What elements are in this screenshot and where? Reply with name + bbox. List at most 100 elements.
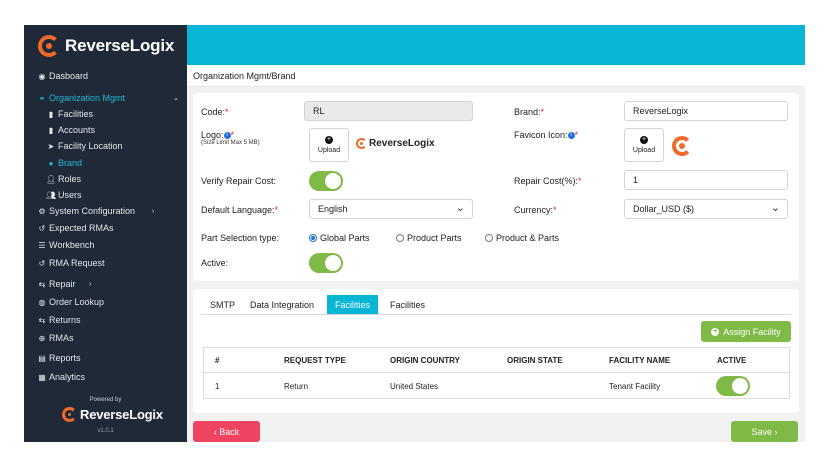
logo-preview: ReverseLogix xyxy=(356,138,435,149)
sidebar-item-order-lookup[interactable]: ◍ Order Lookup xyxy=(37,295,105,309)
users-icon: 👥︎ xyxy=(46,190,57,200)
sidebar-item-label: Roles xyxy=(58,174,82,184)
favicon-preview-icon xyxy=(672,136,692,156)
sidebar-item-label: Accounts xyxy=(58,125,96,135)
reverselogix-logo-icon xyxy=(38,35,60,57)
sidebar-item-label: Dasboard xyxy=(49,71,89,81)
assign-facility-button[interactable]: + Assign Facility xyxy=(701,321,791,342)
back-button[interactable]: ‹ Back xyxy=(193,421,260,442)
info-icon[interactable]: i xyxy=(223,132,231,140)
brand-input[interactable]: ReverseLogix xyxy=(624,101,788,121)
swap-icon: ⇆ xyxy=(38,315,46,325)
tab-facilities[interactable]: Facilities xyxy=(382,295,433,314)
brand-form-card: Code:* RL Brand:* ReverseLogix Logo: i * (… xyxy=(193,93,799,281)
undo-icon: ↺ xyxy=(38,258,46,268)
toggle-knob xyxy=(325,173,341,189)
building-icon: ▮ xyxy=(48,125,54,135)
cell-origin-country: United States xyxy=(390,382,439,391)
tab-smtp[interactable]: SMTP xyxy=(202,295,243,314)
sidebar-item-analytics[interactable]: ▦ Analytics xyxy=(37,370,85,384)
radio-indicator xyxy=(485,234,493,242)
chevron-right-icon: › xyxy=(89,280,92,288)
chevron-down-icon: ⌄ xyxy=(173,95,179,102)
breadcrumb: Organization Mgmt/Brand xyxy=(187,65,805,87)
logo-label: Logo: i * xyxy=(201,130,235,140)
column-header-origin-country: ORIGIN COUNTRY xyxy=(390,355,460,365)
footer-brand-name: ReverseLogix xyxy=(80,407,163,422)
radio-product-parts[interactable]: Product Parts xyxy=(396,233,462,243)
plus-circle-icon: + xyxy=(325,136,333,144)
table-row[interactable]: 1 Return United States Tenant Facility xyxy=(204,372,789,399)
tab-data-integration[interactable]: Data Integration xyxy=(242,295,322,314)
currency-label: Currency:* xyxy=(514,205,557,215)
repair-cost-input[interactable]: 1 xyxy=(624,170,788,190)
radio-global-parts[interactable]: Global Parts xyxy=(309,233,370,243)
logo-preview-text: ReverseLogix xyxy=(369,138,435,149)
radio-indicator xyxy=(396,234,404,242)
plus-circle-icon: ⊕ xyxy=(38,333,46,343)
sidebar-item-label: RMA Request xyxy=(49,258,105,268)
sidebar-item-users[interactable]: 👥︎ Users xyxy=(46,188,82,202)
favicon-upload-button[interactable]: + Upload xyxy=(624,128,664,162)
sidebar-item-accounts[interactable]: ▮ Accounts xyxy=(46,123,95,137)
logo-upload-button[interactable]: + Upload xyxy=(309,128,349,162)
sidebar-item-label: RMAs xyxy=(49,333,74,343)
code-label: Code:* xyxy=(201,107,229,117)
sidebar-item-organization-mgmt[interactable]: ⚭ Organization Mgmt ⌄ xyxy=(37,91,182,105)
active-label: Active: xyxy=(201,258,229,268)
file-icon: ▤ xyxy=(38,353,46,363)
sidebar-item-workbench[interactable]: ☰ Workbench xyxy=(37,238,94,252)
sidebar-item-label: Facility Location xyxy=(58,141,123,151)
info-icon[interactable]: i xyxy=(567,132,575,140)
sidebar-item-rmas[interactable]: ⊕ RMAs xyxy=(37,331,74,345)
sidebar-item-label: System Configuration xyxy=(49,206,136,216)
row-active-toggle[interactable] xyxy=(716,376,750,396)
building-icon: ▮ xyxy=(48,109,54,119)
sidebar-item-roles[interactable]: 👤︎ Roles xyxy=(46,172,81,186)
sidebar-item-facilities[interactable]: ▮ Facilities xyxy=(46,107,93,121)
sidebar-item-brand[interactable]: ● Brand xyxy=(46,156,82,170)
user-icon: 👤︎ xyxy=(46,174,57,184)
sidebar-item-reports[interactable]: ▤ Reports xyxy=(37,351,81,365)
table-icon: ▦ xyxy=(38,372,46,382)
top-header-bar xyxy=(187,25,805,65)
cell-number: 1 xyxy=(215,382,220,391)
repair-cost-label: Repair Cost(%):* xyxy=(514,176,582,186)
sidebar-item-system-configuration[interactable]: ⚙ System Configuration › xyxy=(37,204,182,218)
reverselogix-logo-icon xyxy=(356,138,367,149)
tabs-card: SMTP Data Integration Facilities Facilit… xyxy=(193,289,799,413)
list-icon: ☰ xyxy=(38,240,46,250)
part-selection-label: Part Selection type: xyxy=(201,233,280,243)
version-label: v1.0.1 xyxy=(97,428,114,434)
logo-size-hint: (Size Limit Max 5 MB) xyxy=(201,140,260,146)
column-header-active: ACTIVE xyxy=(717,355,747,365)
plus-circle-icon: + xyxy=(640,136,648,144)
verify-repair-cost-toggle[interactable] xyxy=(309,171,343,191)
sidebar-item-label: Reports xyxy=(49,353,81,363)
sidebar-item-label: Returns xyxy=(49,315,81,325)
save-button[interactable]: Save › xyxy=(731,421,798,442)
radio-indicator xyxy=(309,234,317,242)
sidebar-item-repair[interactable]: ⇆ Repair › xyxy=(37,277,182,291)
currency-select[interactable]: Dollar_USD ($) xyxy=(624,199,788,219)
sidebar-item-label: Brand xyxy=(58,158,83,168)
sidebar-item-expected-rmas[interactable]: ↺ Expected RMAs xyxy=(37,221,114,235)
code-input[interactable]: RL xyxy=(304,101,473,121)
column-header-number: # xyxy=(215,355,220,365)
radio-product-and-parts[interactable]: Product & Parts xyxy=(485,233,559,243)
sidebar-item-rma-request[interactable]: ↺ RMA Request xyxy=(37,256,105,270)
facilities-table: # REQUEST TYPE ORIGIN COUNTRY ORIGIN STA… xyxy=(203,347,790,399)
tab-facilities-active[interactable]: Facilities xyxy=(327,295,379,314)
upload-label: Upload xyxy=(317,147,341,154)
default-language-select[interactable]: English xyxy=(309,199,473,219)
undo-icon: ↺ xyxy=(38,223,46,233)
default-language-label: Default Language:* xyxy=(201,205,279,215)
dot-icon: ● xyxy=(48,158,54,168)
reverselogix-logo-icon xyxy=(62,407,77,422)
sidebar-item-label: Organization Mgmt xyxy=(49,93,126,103)
brand-logo[interactable]: ReverseLogix xyxy=(38,35,174,57)
sidebar-item-dashboard[interactable]: ◉ Dasboard xyxy=(37,69,89,83)
sidebar-item-returns[interactable]: ⇆ Returns xyxy=(37,313,81,327)
sidebar-item-facility-location[interactable]: ➤ Facility Location xyxy=(46,139,123,153)
active-toggle[interactable] xyxy=(309,253,343,273)
